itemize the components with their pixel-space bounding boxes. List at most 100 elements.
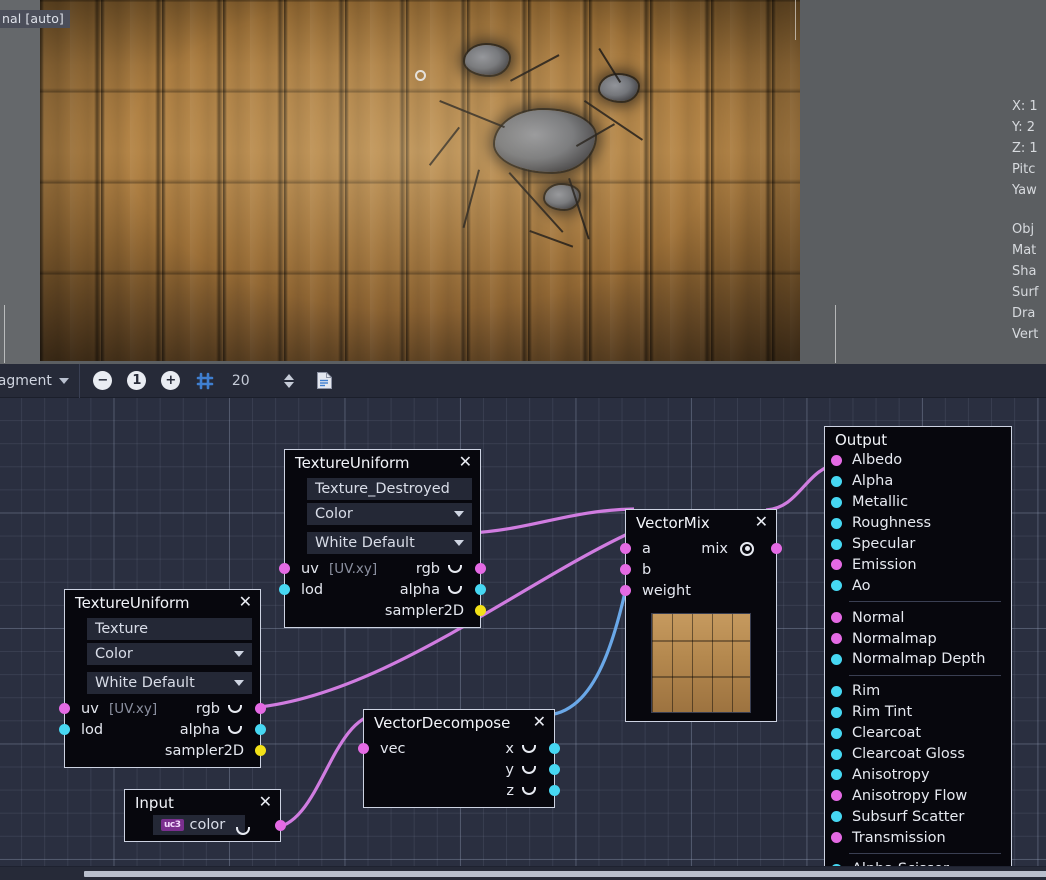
port-dot-normalmap[interactable] (831, 633, 842, 644)
node-title-bar[interactable]: TextureUniform ✕ (285, 450, 480, 475)
close-icon[interactable]: ✕ (251, 796, 274, 810)
snap-to-grid-button[interactable] (188, 364, 222, 398)
port-dot-x[interactable] (549, 743, 560, 754)
eye-icon[interactable] (740, 542, 754, 556)
port-dot-vec[interactable] (358, 743, 369, 754)
output-port-anisotropy[interactable]: Anisotropy (825, 764, 1011, 785)
node-vectormix[interactable]: VectorMix ✕ a mix b (625, 509, 777, 722)
port-dot-lod[interactable] (59, 724, 70, 735)
output-port-clearcoat-gloss[interactable]: Clearcoat Gloss (825, 744, 1011, 765)
port-row-y[interactable]: y (364, 759, 554, 780)
zoom-out-button[interactable]: − (86, 364, 120, 398)
port-dot-sampler2d[interactable] (255, 745, 266, 756)
port-dot-rgb[interactable] (255, 703, 266, 714)
output-port-metallic[interactable]: Metallic (825, 492, 1011, 513)
node-title-bar[interactable]: VectorDecompose ✕ (364, 710, 554, 735)
input-source-dropdown[interactable]: uc3 color (153, 815, 245, 835)
port-dot-clearcoat-gloss[interactable] (831, 749, 842, 760)
curve-collapse-icon[interactable] (228, 726, 242, 734)
viewport-render[interactable] (40, 0, 800, 361)
viewport-3d[interactable]: nal [auto] X: 1 Y: 2 Z: 1 Pitc Yaw Obj M… (0, 0, 1046, 364)
output-port-albedo[interactable]: Albedo (825, 450, 1011, 471)
output-port-rim[interactable]: Rim (825, 681, 1011, 702)
close-icon[interactable]: ✕ (231, 596, 254, 610)
node-output[interactable]: Output Albedo Alpha Metallic Roughnes (824, 426, 1012, 880)
output-port-transmission[interactable]: Transmission (825, 827, 1011, 848)
port-row-z[interactable]: z (364, 780, 554, 801)
port-dot-mix[interactable] (771, 543, 782, 554)
port-row-uv-rgb[interactable]: uv [UV.xy] rgb (65, 698, 260, 719)
graph-canvas[interactable]: TextureUniform ✕ Texture_Destroyed Color… (0, 398, 1046, 880)
port-dot-y[interactable] (549, 764, 560, 775)
curve-collapse-icon[interactable] (236, 827, 250, 835)
shader-stage-dropdown[interactable]: ragment (0, 373, 79, 389)
port-dot-metallic[interactable] (831, 497, 842, 508)
curve-collapse-icon[interactable] (522, 787, 536, 795)
output-port-emission[interactable]: Emission (825, 554, 1011, 575)
close-icon[interactable]: ✕ (451, 456, 474, 470)
output-port-ao[interactable]: Ao (825, 575, 1011, 596)
curve-collapse-icon[interactable] (522, 766, 536, 774)
port-row-sampler2d[interactable]: sampler2D (65, 740, 260, 761)
port-dot-alpha[interactable] (255, 724, 266, 735)
port-dot-z[interactable] (549, 785, 560, 796)
node-title-bar[interactable]: Input ✕ (125, 790, 280, 815)
node-input[interactable]: Input ✕ uc3 color (124, 789, 281, 842)
port-dot-alpha[interactable] (475, 584, 486, 595)
output-port-specular[interactable]: Specular (825, 534, 1011, 555)
output-port-normalmap[interactable]: Normalmap (825, 628, 1011, 649)
output-port-roughness[interactable]: Roughness (825, 513, 1011, 534)
curve-collapse-icon[interactable] (228, 705, 242, 713)
port-dot-a[interactable] (620, 543, 631, 554)
port-dot-alpha[interactable] (831, 476, 842, 487)
zoom-reset-button[interactable]: 1 (120, 364, 154, 398)
output-port-clearcoat[interactable]: Clearcoat (825, 723, 1011, 744)
zoom-in-button[interactable]: + (154, 364, 188, 398)
output-port-anisotropy-flow[interactable]: Anisotropy Flow (825, 785, 1011, 806)
port-dot-b[interactable] (620, 564, 631, 575)
port-row-lod-alpha[interactable]: lod alpha (65, 719, 260, 740)
texture-default-dropdown[interactable]: White Default (87, 672, 252, 694)
output-port-alpha[interactable]: Alpha (825, 471, 1011, 492)
grid-size-input[interactable]: 20 (222, 373, 278, 389)
texture-type-dropdown[interactable]: Color (307, 503, 472, 525)
texture-name-field[interactable]: Texture_Destroyed (307, 478, 472, 500)
curve-collapse-icon[interactable] (522, 745, 536, 753)
node-title-bar[interactable]: Output (825, 427, 1011, 450)
port-dot-transmission[interactable] (831, 832, 842, 843)
grid-size-stepper[interactable] (278, 374, 300, 388)
port-row-a-mix[interactable]: a mix (626, 538, 776, 559)
node-title-bar[interactable]: TextureUniform ✕ (65, 590, 260, 615)
port-dot-weight[interactable] (620, 585, 631, 596)
port-dot-sampler2d[interactable] (475, 605, 486, 616)
texture-default-dropdown[interactable]: White Default (307, 532, 472, 554)
output-port-subsurf-scatter[interactable]: Subsurf Scatter (825, 806, 1011, 827)
port-dot-uv[interactable] (59, 703, 70, 714)
port-row-lod-alpha[interactable]: lod alpha (285, 579, 480, 600)
port-dot-rim-tint[interactable] (831, 707, 842, 718)
port-row-b[interactable]: b (626, 559, 776, 580)
scrollbar-thumb[interactable] (84, 871, 1046, 877)
port-dot-clearcoat[interactable] (831, 728, 842, 739)
close-icon[interactable]: ✕ (747, 516, 770, 530)
port-dot-rgb[interactable] (475, 563, 486, 574)
open-file-button[interactable] (308, 364, 342, 398)
output-port-normalmap-depth[interactable]: Normalmap Depth (825, 649, 1011, 670)
node-vectordecompose[interactable]: VectorDecompose ✕ vec x y (363, 709, 555, 808)
node-textureuniform-base[interactable]: TextureUniform ✕ Texture Color White Def… (64, 589, 261, 768)
port-dot-color-out[interactable] (275, 820, 286, 831)
node-textureuniform-destroyed[interactable]: TextureUniform ✕ Texture_Destroyed Color… (284, 449, 481, 628)
port-dot-lod[interactable] (279, 584, 290, 595)
texture-name-field[interactable]: Texture (87, 618, 252, 640)
node-preview-thumbnail[interactable] (651, 613, 751, 713)
port-row-weight[interactable]: weight (626, 580, 776, 601)
close-icon[interactable]: ✕ (525, 716, 548, 730)
port-dot-normalmap-depth[interactable] (831, 654, 842, 665)
port-row-vec-x[interactable]: vec x (364, 738, 554, 759)
port-dot-albedo[interactable] (831, 455, 842, 466)
output-port-rim-tint[interactable]: Rim Tint (825, 702, 1011, 723)
node-title-bar[interactable]: VectorMix ✕ (626, 510, 776, 535)
port-dot-rim[interactable] (831, 686, 842, 697)
curve-collapse-icon[interactable] (448, 565, 462, 573)
port-dot-specular[interactable] (831, 539, 842, 550)
